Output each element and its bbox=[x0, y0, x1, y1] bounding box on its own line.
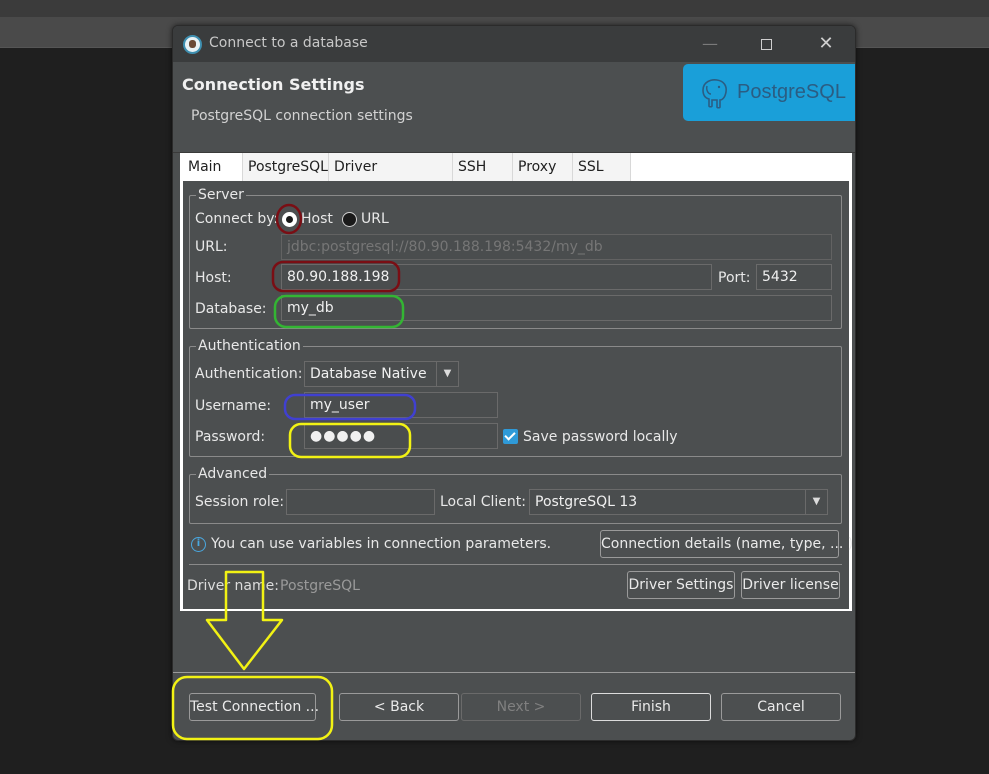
tab-postgresql[interactable]: PostgreSQL bbox=[243, 153, 329, 181]
database-label: Database: bbox=[195, 301, 267, 317]
dialog-header: Connection Settings PostgreSQL connectio… bbox=[173, 62, 855, 152]
connect-by-label: Connect by: bbox=[195, 211, 279, 227]
close-button[interactable]: ✕ bbox=[803, 30, 849, 58]
tab-bar: Main PostgreSQL Driver properties SSH Pr… bbox=[183, 153, 849, 203]
local-client-label: Local Client: bbox=[440, 494, 526, 510]
url-field: jdbc:postgresql://80.90.188.198:5432/my_… bbox=[281, 234, 832, 260]
driver-name-label: Driver name: bbox=[187, 578, 279, 594]
back-button[interactable]: < Back bbox=[339, 693, 459, 721]
url-label: URL: bbox=[195, 239, 228, 255]
tab-main[interactable]: Main bbox=[183, 153, 243, 181]
server-group-title: Server bbox=[196, 187, 246, 203]
tab-driver-properties[interactable]: Driver properties bbox=[329, 153, 453, 203]
test-connection-button[interactable]: Test Connection ... bbox=[189, 693, 319, 721]
port-field[interactable]: 5432 bbox=[756, 264, 832, 290]
password-label: Password: bbox=[195, 429, 266, 445]
host-radio-label[interactable]: Host bbox=[301, 211, 333, 227]
save-password-checkbox[interactable] bbox=[503, 429, 518, 444]
minimize-button[interactable]: — bbox=[687, 30, 733, 58]
host-radio[interactable] bbox=[282, 212, 297, 227]
host-label: Host: bbox=[195, 270, 232, 286]
title-bar: Connect to a database — ✕ bbox=[173, 26, 855, 62]
page-title: Connection Settings bbox=[182, 75, 365, 94]
finish-button[interactable]: Finish bbox=[591, 693, 711, 721]
tab-ssl[interactable]: SSL bbox=[573, 153, 631, 181]
session-role-label: Session role: bbox=[195, 494, 285, 510]
driver-name-value: PostgreSQL bbox=[280, 578, 360, 594]
settings-panel-inner: Main PostgreSQL Driver properties SSH Pr… bbox=[183, 153, 853, 609]
page-subtitle: PostgreSQL connection settings bbox=[191, 108, 413, 124]
url-radio-label[interactable]: URL bbox=[361, 211, 389, 227]
host-field[interactable]: 80.90.188.198 bbox=[281, 264, 712, 290]
tab-ssh[interactable]: SSH bbox=[453, 153, 513, 181]
authentication-label: Authentication: bbox=[195, 366, 303, 382]
footer-divider bbox=[173, 672, 855, 673]
next-button: Next > bbox=[461, 693, 581, 721]
cancel-button[interactable]: Cancel bbox=[721, 693, 841, 721]
chevron-down-icon: ▼ bbox=[436, 362, 458, 386]
database-field[interactable]: my_db bbox=[281, 295, 832, 321]
main-tab-content: Server Connect by: Host URL URL: jdbc:po… bbox=[185, 181, 853, 608]
connection-details-button[interactable]: Connection details (name, type, ... ) bbox=[600, 530, 853, 558]
url-radio[interactable] bbox=[342, 212, 357, 227]
driver-divider bbox=[189, 564, 842, 565]
local-client-select-value: PostgreSQL 13 bbox=[535, 494, 638, 510]
postgresql-logo: PostgreSQL bbox=[683, 64, 855, 121]
authentication-select[interactable]: Database Native ▼ bbox=[304, 361, 459, 387]
postgresql-logo-text: PostgreSQL bbox=[737, 81, 846, 103]
maximize-button[interactable] bbox=[743, 30, 789, 58]
password-field[interactable]: ●●●●● bbox=[304, 423, 498, 449]
dbeaver-app-icon bbox=[183, 35, 202, 54]
save-password-label[interactable]: Save password locally bbox=[523, 429, 678, 445]
info-icon: i bbox=[191, 537, 206, 552]
driver-settings-button[interactable]: Driver Settings bbox=[627, 571, 735, 599]
session-role-field[interactable] bbox=[286, 489, 435, 515]
advanced-group-title: Advanced bbox=[196, 466, 270, 482]
authentication-group-title: Authentication bbox=[196, 338, 303, 354]
chevron-down-icon: ▼ bbox=[805, 490, 827, 514]
variables-info-text: You can use variables in connection para… bbox=[211, 536, 552, 552]
port-label: Port: bbox=[718, 270, 751, 286]
elephant-icon bbox=[702, 79, 727, 109]
username-field[interactable]: my_user bbox=[304, 392, 498, 418]
window-title: Connect to a database bbox=[209, 35, 368, 51]
local-client-select[interactable]: PostgreSQL 13 ▼ bbox=[529, 489, 828, 515]
connect-dialog: Connect to a database — ✕ Connection Set… bbox=[172, 25, 856, 741]
maximize-icon bbox=[760, 39, 772, 50]
authentication-select-value: Database Native bbox=[310, 366, 427, 382]
driver-license-button[interactable]: Driver license bbox=[741, 571, 840, 599]
tab-proxy[interactable]: Proxy bbox=[513, 153, 573, 181]
background-top-bar bbox=[0, 0, 989, 17]
settings-panel: Main PostgreSQL Driver properties SSH Pr… bbox=[180, 153, 853, 611]
username-label: Username: bbox=[195, 398, 272, 414]
